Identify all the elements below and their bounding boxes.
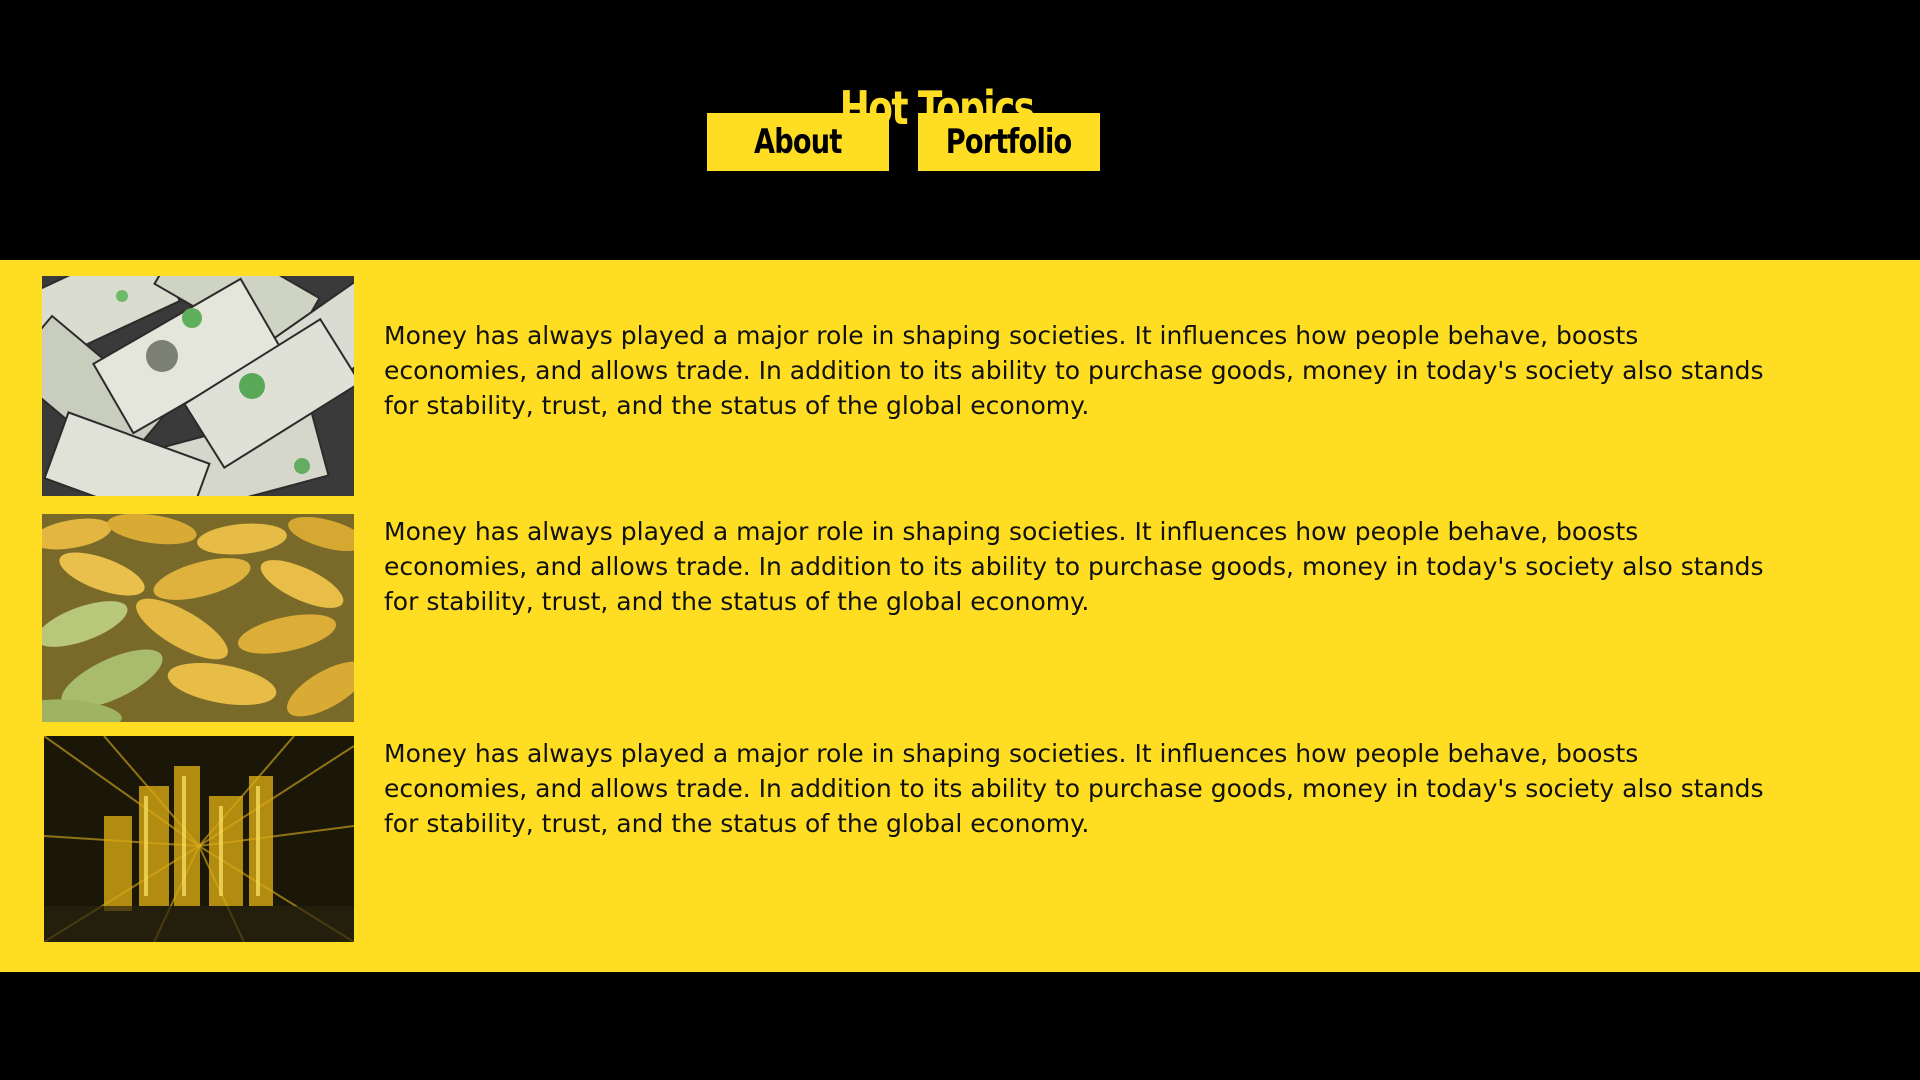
- site-footer: [0, 972, 1920, 1080]
- article-item: Money has always played a major role in …: [0, 276, 1920, 496]
- money-photo: [42, 276, 354, 496]
- about-button[interactable]: About: [707, 113, 889, 171]
- city-lights-photo: [44, 736, 354, 942]
- article-text: Money has always played a major role in …: [384, 321, 1764, 420]
- portfolio-button[interactable]: Portfolio: [918, 113, 1100, 171]
- article-item: Money has always played a major role in …: [0, 514, 1920, 722]
- about-button-label: About: [754, 122, 842, 162]
- corn-photo: [42, 514, 354, 722]
- article-item: Money has always played a major role in …: [0, 736, 1920, 942]
- topics-section: Money has always played a major role in …: [0, 260, 1920, 972]
- article-text: Money has always played a major role in …: [384, 517, 1764, 616]
- site-header: Hot Topics About Portfolio: [0, 0, 1920, 260]
- article-text: Money has always played a major role in …: [384, 739, 1764, 838]
- portfolio-button-label: Portfolio: [946, 122, 1073, 162]
